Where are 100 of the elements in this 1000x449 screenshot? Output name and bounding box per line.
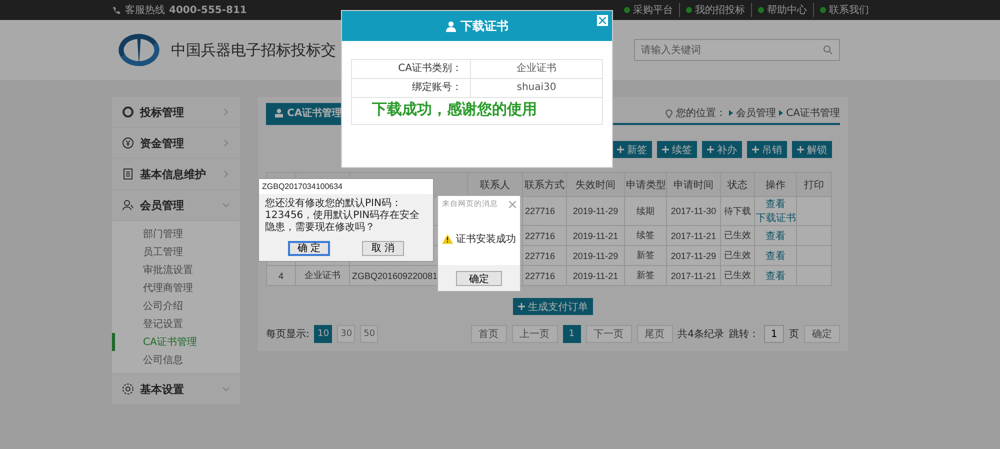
sidebar-subitem[interactable]: CA证书管理 [112, 333, 240, 351]
sidebar-item[interactable]: 基本信息维护 [112, 159, 240, 189]
page-size-button[interactable]: 30 [337, 325, 356, 343]
menu-icon [122, 168, 134, 180]
dialog-button[interactable]: 取 消 [362, 241, 404, 256]
breadcrumb-label: 您的位置： [676, 106, 726, 120]
first-page-button[interactable]: 首页 [470, 325, 507, 343]
prev-page-button[interactable]: 上一页 [512, 325, 558, 343]
column-header: 打印 [804, 180, 824, 190]
field-value: shuai30 [516, 81, 558, 95]
table-cell: 2019-11-29 [572, 206, 618, 216]
page-input[interactable]: 1 [764, 325, 784, 343]
table-cell: 227716 [525, 230, 556, 240]
top-link[interactable]: 我的招投标 [695, 3, 745, 17]
next-page-button[interactable]: 下一页 [586, 325, 632, 343]
dialog-title: ZGBQ2017034100634 [262, 182, 343, 191]
user-icon [446, 20, 456, 32]
sidebar-item[interactable]: 基本设置 [112, 374, 240, 404]
breadcrumb-link[interactable]: CA证书管理 [786, 106, 840, 120]
sidebar-item[interactable]: 会员管理 [112, 190, 240, 220]
row-link[interactable]: 查看 [756, 198, 795, 211]
breadcrumb-link[interactable]: 会员管理 [736, 106, 776, 120]
top-link[interactable]: 联系我们 [829, 3, 869, 17]
sidebar-subitem[interactable]: 公司介绍 [112, 297, 240, 315]
column-header: 申请类型 [626, 180, 666, 190]
table-cell: 企业证书 [304, 270, 340, 280]
hotline-number: 4000-555-811 [169, 4, 247, 16]
column-header: 失效时间 [576, 180, 616, 190]
table-cell: 2017-11-29 [670, 250, 716, 260]
sidebar-subitem[interactable]: 审批流设置 [112, 261, 240, 279]
page-size-label: 每页显示: [266, 328, 310, 341]
search-field[interactable]: 请输入关键词 [634, 39, 840, 61]
field-label: 绑定账号： [352, 79, 471, 97]
location-pin-icon [665, 108, 674, 118]
table-cell: 2019-11-21 [572, 230, 618, 240]
sidebar-subitem[interactable]: 公司信息 [112, 351, 240, 369]
table-cell: 2017-11-30 [670, 206, 716, 216]
top-link[interactable]: 采购平台 [633, 3, 673, 17]
plus-icon [752, 146, 759, 153]
top-link[interactable]: 帮助中心 [767, 3, 807, 17]
table-cell: 2019-11-29 [572, 250, 618, 260]
table-cell: 已生效 [724, 250, 751, 260]
jump-confirm-button[interactable]: 确定 [804, 325, 840, 343]
phone-icon [112, 6, 121, 14]
plus-icon [518, 303, 525, 310]
page-size-button[interactable]: 10 [314, 325, 332, 343]
table-cell: 已生效 [724, 270, 751, 280]
success-message: 下载成功，感谢您的使用 [372, 100, 537, 118]
certificate-icon [274, 108, 284, 118]
field-value: 企业证书 [516, 62, 558, 76]
hotline-label: 客服热线 [125, 4, 165, 17]
plus-icon [707, 146, 714, 153]
column-header: 申请时间 [674, 180, 714, 190]
row-link[interactable]: 下载证书 [756, 211, 795, 224]
last-page-button[interactable]: 尾页 [636, 325, 673, 343]
action-button[interactable]: 补办 [702, 141, 742, 158]
page-number-button[interactable]: 1 [562, 325, 581, 343]
action-button[interactable]: 新签 [612, 141, 652, 158]
sidebar-item[interactable]: 资金管理 [112, 128, 240, 158]
field-label: CA证书类别： [352, 60, 471, 78]
sidebar-subitem[interactable]: 代理商管理 [112, 279, 240, 297]
table-cell: 新签 [636, 250, 654, 260]
chevron-icon [222, 139, 230, 147]
table-cell: ZGBQ201609220081 [352, 270, 438, 280]
table-cell: 新签 [636, 270, 654, 280]
table-cell: 2017-11-21 [670, 270, 716, 280]
menu-icon [122, 199, 134, 211]
sidebar-subitem[interactable]: 部门管理 [112, 225, 240, 243]
action-button[interactable]: 吊销 [747, 141, 787, 158]
dot-icon [820, 7, 826, 13]
column-header: 状态 [728, 180, 748, 190]
sidebar-subitem[interactable]: 员工管理 [112, 243, 240, 261]
chevron-icon [222, 108, 230, 116]
table-cell: 2019-11-21 [572, 270, 618, 280]
action-button[interactable]: 续签 [657, 141, 697, 158]
close-button[interactable] [597, 15, 608, 26]
dialog-button[interactable]: 确 定 [288, 241, 330, 256]
dot-icon [686, 7, 692, 13]
table-cell: 续期 [636, 206, 654, 216]
sidebar-item[interactable]: 投标管理 [112, 97, 240, 127]
dialog-message: 您还没有修改您的默认PIN码：123456，使用默认PIN码存在安全隐患，需要现在修改吗？ [259, 194, 433, 238]
page-unit: 页 [789, 328, 799, 341]
table-cell: 227716 [525, 270, 556, 280]
dot-icon [758, 7, 764, 13]
page-size-button[interactable]: 50 [360, 325, 378, 343]
close-icon[interactable] [509, 200, 516, 208]
action-button[interactable]: 解锁 [792, 141, 832, 158]
ok-button[interactable]: 确定 [456, 270, 502, 286]
search-icon [823, 45, 833, 55]
table-cell: 已生效 [724, 230, 751, 240]
chevron-icon [222, 385, 230, 393]
table-cell: 续签 [636, 230, 654, 240]
warning-icon [442, 232, 453, 244]
sidebar-subitem[interactable]: 登记设置 [112, 315, 240, 333]
jump-label: 跳转： [729, 328, 759, 341]
chevron-icon [222, 201, 230, 209]
dialog-title: 下载证书 [460, 18, 508, 34]
table-cell: 227716 [525, 206, 556, 216]
column-header: 联系方式 [524, 180, 564, 190]
generate-order-button[interactable]: 生成支付订单 [513, 298, 593, 315]
